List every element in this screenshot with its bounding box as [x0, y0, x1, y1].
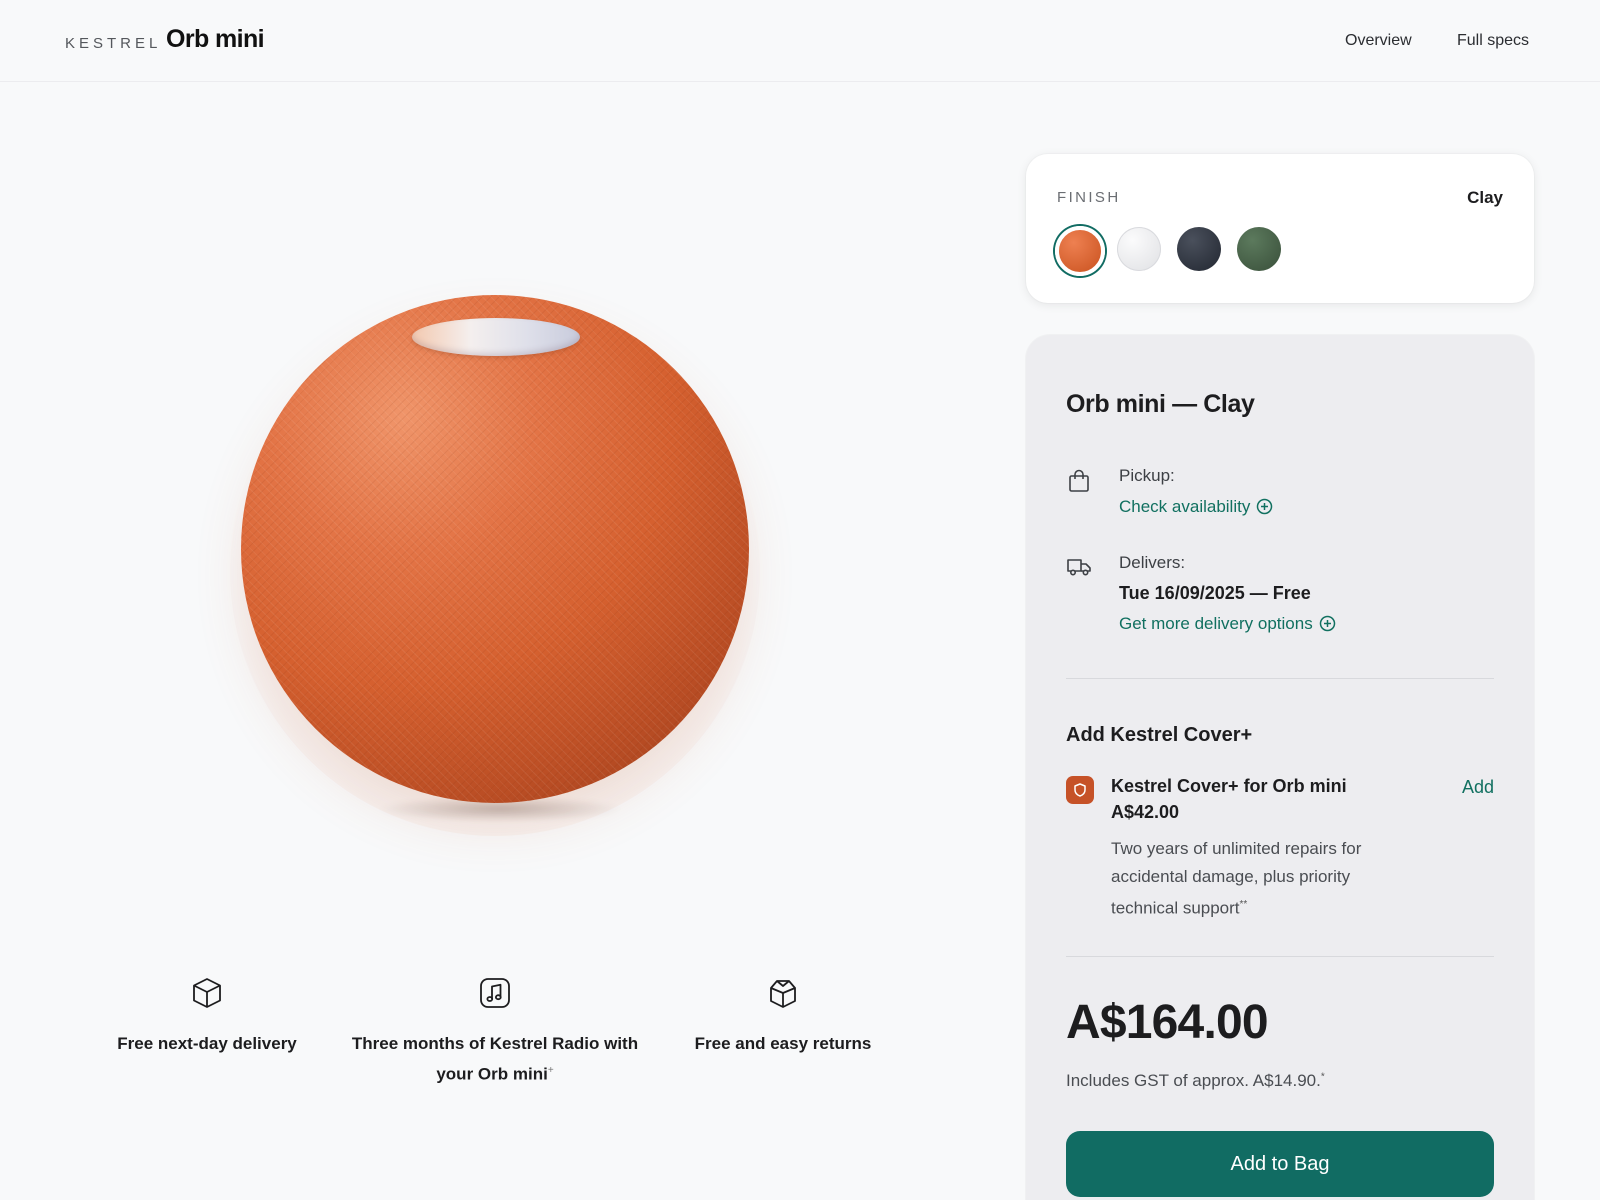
total-price: A$164.00 — [1066, 996, 1269, 1049]
feature-kestrel-radio: Three months of Kestrel Radio with your … — [350, 976, 640, 1088]
feature-text: Three months of Kestrel Radio with your … — [350, 1030, 640, 1088]
shopping-bag-icon — [1069, 469, 1089, 492]
order-summary-panel: Orb mini — Clay Pickup: Check availabili… — [1026, 335, 1534, 1200]
cover-plus-heading: Add Kestrel Cover+ — [1066, 724, 1253, 746]
delivery-truck-icon — [1067, 559, 1091, 576]
feature-text: Free next-day delivery — [117, 1034, 297, 1053]
gst-note-text: Includes GST of approx. A$14.90. — [1066, 1071, 1321, 1090]
feature-free-delivery: Free next-day delivery — [62, 976, 352, 1057]
feature-text-main: Three months of Kestrel Radio with your … — [351, 1034, 639, 1084]
feature-text: Free and easy returns — [694, 1034, 872, 1053]
delivery-date: Tue 16/09/2025 — Free — [1119, 583, 1311, 603]
nav-full-specs-link[interactable]: Full specs — [1457, 32, 1529, 50]
gst-note: Includes GST of approx. A$14.90.* — [1066, 1071, 1325, 1091]
open-box-icon — [770, 980, 796, 1008]
product-title: Orb mini — [166, 25, 265, 53]
nav-overview-link[interactable]: Overview — [1345, 32, 1412, 50]
swatch-green[interactable] — [1237, 227, 1281, 271]
finish-selector-card: FINISH Clay — [1026, 154, 1534, 303]
footnote-mark: + — [547, 1065, 554, 1076]
swatch-white[interactable] — [1117, 227, 1161, 271]
cover-plan-description: Two years of unlimited repairs for accid… — [1111, 835, 1411, 923]
feature-easy-returns: Free and easy returns — [638, 976, 928, 1057]
plus-circle-icon — [1257, 498, 1273, 515]
plus-circle-icon — [1319, 615, 1335, 632]
cover-description-text: Two years of unlimited repairs for accid… — [1111, 839, 1362, 918]
product-image-orb-mini — [241, 295, 749, 803]
divider — [1066, 956, 1494, 957]
swatch-clay[interactable] — [1055, 226, 1105, 276]
check-availability-link[interactable]: Check availability — [1119, 497, 1273, 517]
footnote-mark: ** — [1239, 899, 1248, 910]
swatch-midnight[interactable] — [1177, 227, 1221, 271]
order-title: Orb mini — Clay — [1066, 390, 1255, 418]
add-to-bag-button[interactable]: Add to Bag — [1066, 1131, 1494, 1197]
cover-shield-icon — [1066, 776, 1094, 804]
cover-plan-price: A$42.00 — [1111, 802, 1180, 822]
cube-icon — [193, 978, 221, 1008]
cover-plan-name: Kestrel Cover+ for Orb mini — [1111, 776, 1347, 796]
check-availability-label: Check availability — [1119, 497, 1251, 516]
more-delivery-options-link[interactable]: Get more delivery options — [1119, 614, 1336, 634]
brand-logo[interactable]: KESTREL — [65, 35, 161, 52]
pickup-label: Pickup: — [1119, 466, 1175, 485]
more-delivery-label: Get more delivery options — [1119, 614, 1313, 633]
delivers-label: Delivers: — [1119, 553, 1186, 572]
add-cover-button[interactable]: Add — [1462, 777, 1494, 798]
divider — [1066, 678, 1494, 679]
top-nav-bar: KESTREL Orb mini Overview Full specs — [0, 0, 1600, 82]
selected-finish-name: Clay — [1467, 188, 1503, 207]
product-touch-surface — [412, 318, 580, 356]
music-note-icon — [480, 978, 510, 1008]
finish-label: FINISH — [1057, 189, 1121, 206]
footnote-mark: * — [1320, 1071, 1325, 1083]
